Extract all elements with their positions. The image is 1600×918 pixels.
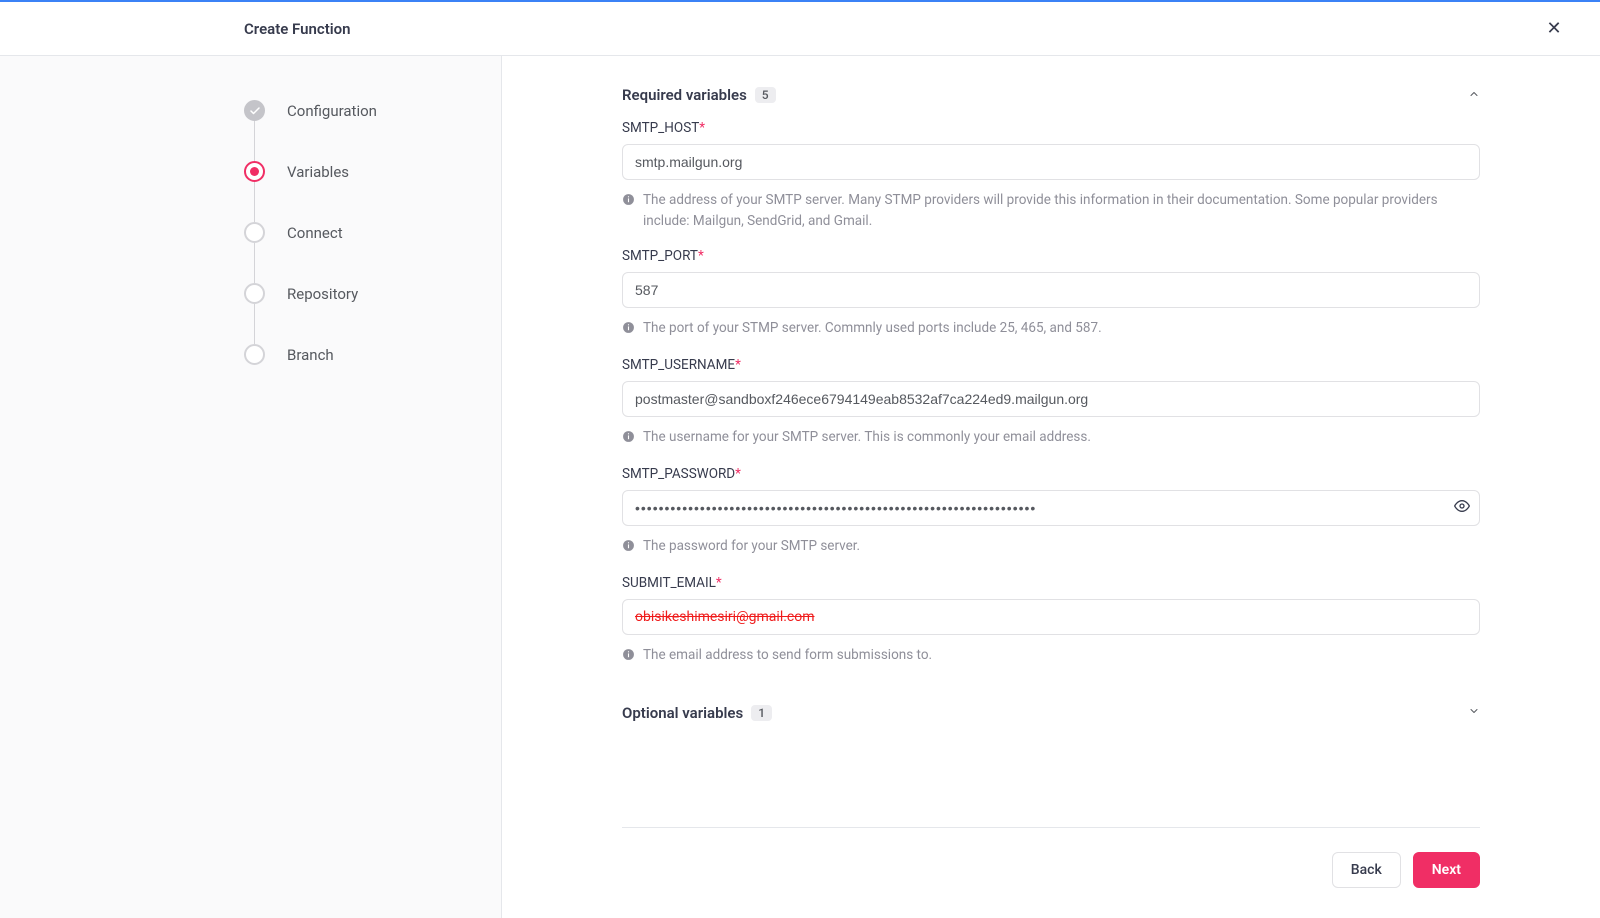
field-label-text: SUBMIT_EMAIL bbox=[622, 575, 716, 591]
optional-count-badge: 1 bbox=[751, 705, 772, 721]
field-submit-email: SUBMIT_EMAIL* obisikeshimesiri@gmail.com… bbox=[622, 575, 1480, 668]
smtp-host-input[interactable] bbox=[622, 144, 1480, 180]
step-branch[interactable]: Branch bbox=[244, 344, 501, 365]
optional-variables-toggle[interactable]: Optional variables 1 bbox=[622, 704, 1480, 722]
required-asterisk: * bbox=[735, 357, 741, 373]
step-connector bbox=[254, 304, 255, 344]
field-smtp-host: SMTP_HOST* The address of your SMTP serv… bbox=[622, 120, 1480, 232]
close-icon: ✕ bbox=[1546, 18, 1561, 39]
step-connector bbox=[254, 182, 255, 222]
field-label-text: SMTP_PASSWORD bbox=[622, 466, 735, 482]
helper-text: The username for your SMTP server. This … bbox=[643, 427, 1091, 450]
required-asterisk: * bbox=[716, 575, 722, 591]
step-label: Configuration bbox=[287, 102, 377, 120]
chevron-down-icon bbox=[1468, 705, 1480, 720]
required-variables-toggle[interactable]: Required variables 5 bbox=[622, 86, 1480, 104]
step-label: Connect bbox=[287, 224, 343, 242]
step-connector bbox=[254, 121, 255, 161]
step-variables[interactable]: Variables bbox=[244, 161, 501, 182]
step-upcoming-icon bbox=[244, 222, 265, 243]
step-label: Branch bbox=[287, 346, 334, 364]
required-asterisk: * bbox=[735, 466, 741, 482]
field-smtp-port: SMTP_PORT* The port of your STMP server.… bbox=[622, 248, 1480, 341]
smtp-username-input[interactable] bbox=[622, 381, 1480, 417]
field-label-text: SMTP_USERNAME bbox=[622, 357, 735, 373]
section-title-text: Optional variables bbox=[622, 704, 743, 722]
step-connect[interactable]: Connect bbox=[244, 222, 501, 243]
submit-email-input[interactable]: obisikeshimesiri@gmail.com bbox=[622, 599, 1480, 635]
next-button[interactable]: Next bbox=[1413, 852, 1480, 888]
info-icon bbox=[622, 192, 635, 232]
field-smtp-username: SMTP_USERNAME* The username for your SMT… bbox=[622, 357, 1480, 450]
step-active-icon bbox=[244, 161, 265, 182]
field-label-text: SMTP_HOST bbox=[622, 120, 699, 136]
helper-text: The port of your STMP server. Commnly us… bbox=[643, 318, 1102, 341]
helper-text: The address of your SMTP server. Many ST… bbox=[643, 190, 1480, 232]
redacted-email-value: obisikeshimesiri@gmail.com bbox=[635, 609, 815, 625]
chevron-up-icon bbox=[1468, 88, 1480, 103]
page-title: Create Function bbox=[244, 20, 351, 38]
required-asterisk: * bbox=[698, 248, 704, 264]
info-icon bbox=[622, 429, 635, 450]
step-label: Variables bbox=[287, 163, 349, 181]
required-count-badge: 5 bbox=[755, 87, 776, 103]
required-asterisk: * bbox=[699, 120, 705, 136]
step-sidebar: Configuration Variables Connect bbox=[0, 56, 502, 918]
step-connector bbox=[254, 243, 255, 283]
step-upcoming-icon bbox=[244, 344, 265, 365]
info-icon bbox=[622, 320, 635, 341]
helper-text: The password for your SMTP server. bbox=[643, 536, 860, 559]
main-content: Required variables 5 SMTP_HOST* bbox=[502, 56, 1600, 918]
smtp-port-input[interactable] bbox=[622, 272, 1480, 308]
eye-icon bbox=[1454, 498, 1470, 514]
field-smtp-password: SMTP_PASSWORD* The password for your SMT… bbox=[622, 466, 1480, 559]
modal-header: Create Function ✕ bbox=[0, 2, 1600, 56]
step-completed-icon bbox=[244, 100, 265, 121]
close-button[interactable]: ✕ bbox=[1540, 15, 1568, 43]
step-upcoming-icon bbox=[244, 283, 265, 304]
back-button[interactable]: Back bbox=[1332, 852, 1401, 888]
step-repository[interactable]: Repository bbox=[244, 283, 501, 304]
smtp-password-input[interactable] bbox=[622, 490, 1480, 526]
info-icon bbox=[622, 538, 635, 559]
wizard-footer: Back Next bbox=[622, 827, 1480, 888]
step-label: Repository bbox=[287, 285, 358, 303]
toggle-password-visibility[interactable] bbox=[1454, 498, 1470, 518]
step-configuration[interactable]: Configuration bbox=[244, 100, 501, 121]
info-icon bbox=[622, 647, 635, 668]
section-title-text: Required variables bbox=[622, 86, 747, 104]
helper-text: The email address to send form submissio… bbox=[643, 645, 932, 668]
field-label-text: SMTP_PORT bbox=[622, 248, 698, 264]
